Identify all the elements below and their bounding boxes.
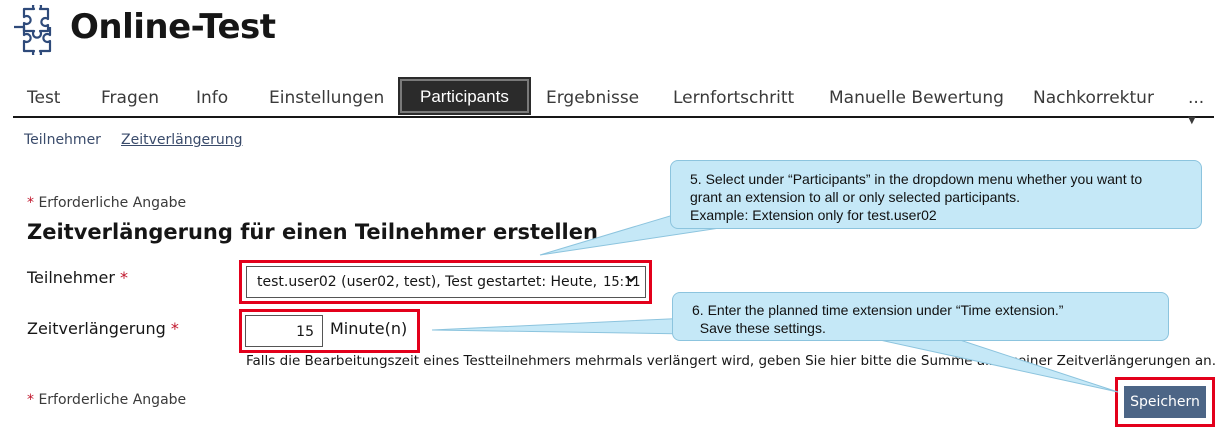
- callout-step5-line1: 5. Select under “Participants” in the dr…: [690, 171, 1143, 187]
- callout-step5-line3: Example: Extension only for test.user02: [690, 207, 937, 223]
- callout-step6: 6. Enter the planned time extension unde…: [672, 292, 1169, 341]
- callout-step6-line1: 6. Enter the planned time extension unde…: [692, 302, 1064, 318]
- callout2-pointer-right: [879, 339, 1119, 393]
- callout2-pointer-left: [431, 317, 691, 335]
- callout-step6-line2: Save these settings.: [692, 320, 826, 336]
- callout-step5: 5. Select under “Participants” in the dr…: [670, 160, 1202, 229]
- callout-step5-line2: grant an extension to all or only select…: [690, 189, 1020, 205]
